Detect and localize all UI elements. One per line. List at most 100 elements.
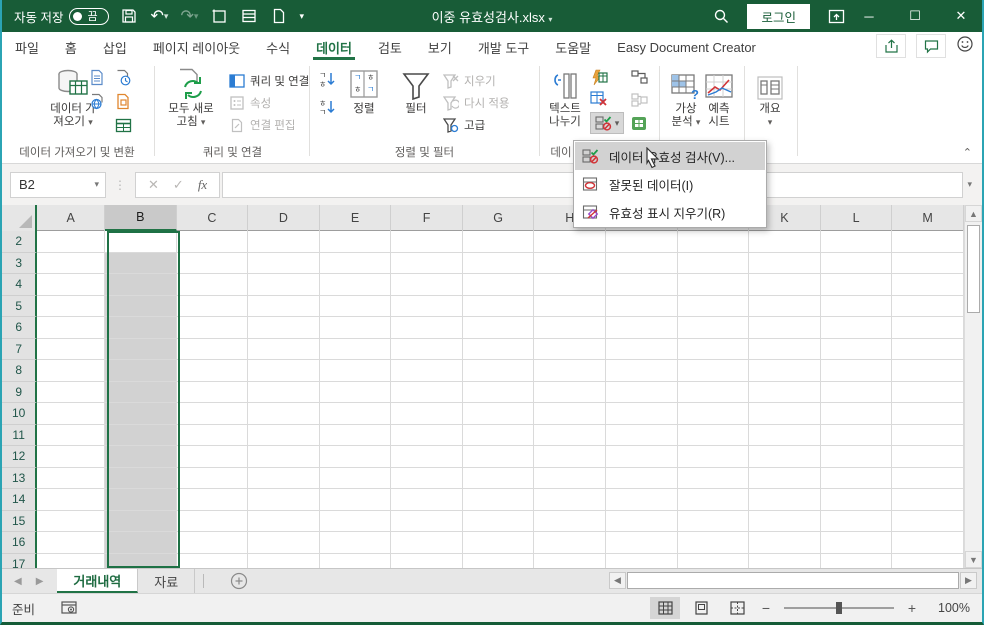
cell-L12[interactable] xyxy=(820,446,893,468)
cell-A14[interactable] xyxy=(37,489,105,511)
cell-D5[interactable] xyxy=(248,295,320,317)
row-header-12[interactable]: 12 xyxy=(2,446,38,468)
cell-F10[interactable] xyxy=(391,403,463,425)
cell-K5[interactable] xyxy=(749,295,821,317)
cell-F3[interactable] xyxy=(391,252,463,274)
cell-F14[interactable] xyxy=(391,489,463,511)
cell-M10[interactable] xyxy=(892,403,964,425)
cell-C12[interactable] xyxy=(176,446,249,468)
cell-L4[interactable] xyxy=(820,274,893,296)
row-header-7[interactable]: 7 xyxy=(2,338,38,360)
row-header-5[interactable]: 5 xyxy=(2,295,38,317)
new-window-icon[interactable] xyxy=(209,6,229,26)
row-header-11[interactable]: 11 xyxy=(2,424,38,446)
cell-A2[interactable] xyxy=(37,231,105,253)
cell-E10[interactable] xyxy=(319,403,392,425)
cell-H13[interactable] xyxy=(534,467,607,489)
cell-L5[interactable] xyxy=(820,295,893,317)
cell-G9[interactable] xyxy=(462,381,535,403)
relationships-icon[interactable] xyxy=(630,68,648,86)
cell-E11[interactable] xyxy=(319,424,392,446)
cell-K16[interactable] xyxy=(749,532,821,554)
cell-L15[interactable] xyxy=(820,510,893,532)
normal-view-button[interactable] xyxy=(650,597,680,619)
remove-duplicates-icon[interactable] xyxy=(590,90,608,108)
cell-K11[interactable] xyxy=(749,424,821,446)
ribbon-tab-개발 도구[interactable]: 개발 도구 xyxy=(465,32,542,62)
cell-F13[interactable] xyxy=(391,467,463,489)
from-table-range-icon[interactable] xyxy=(114,116,132,134)
cell-C10[interactable] xyxy=(176,403,249,425)
cell-K8[interactable] xyxy=(749,360,821,382)
login-button[interactable]: 로그인 xyxy=(747,3,810,29)
cell-J3[interactable] xyxy=(677,252,750,274)
cell-K13[interactable] xyxy=(749,467,821,489)
sheet-next-icon[interactable]: ▶ xyxy=(36,576,44,587)
cell-G10[interactable] xyxy=(462,403,535,425)
cell-G7[interactable] xyxy=(462,338,535,360)
column-header-L[interactable]: L xyxy=(821,205,893,231)
cell-H5[interactable] xyxy=(534,295,607,317)
cell-M5[interactable] xyxy=(892,295,964,317)
cell-L6[interactable] xyxy=(820,317,893,339)
horizontal-scrollbar[interactable]: ◀ ▶ xyxy=(609,572,977,589)
horizontal-scroll-thumb[interactable] xyxy=(627,572,959,589)
select-all-corner[interactable] xyxy=(2,205,38,231)
share-icon[interactable] xyxy=(876,34,906,58)
outline-button[interactable]: 개요 ▾ xyxy=(748,66,792,129)
properties-button[interactable]: 속성 xyxy=(228,92,309,114)
scroll-up-icon[interactable]: ▲ xyxy=(965,205,982,222)
cell-D17[interactable] xyxy=(248,553,320,568)
cell-B2-active[interactable] xyxy=(104,231,177,253)
ribbon-tab-파일[interactable]: 파일 xyxy=(2,32,52,62)
cell-I2[interactable] xyxy=(606,231,678,253)
cell-I8[interactable] xyxy=(606,360,678,382)
cell-J7[interactable] xyxy=(677,338,750,360)
cell-H12[interactable] xyxy=(534,446,607,468)
ribbon-tab-Easy Document Creator[interactable]: Easy Document Creator xyxy=(604,32,769,62)
add-sheet-button[interactable] xyxy=(230,569,248,593)
column-header-E[interactable]: E xyxy=(320,205,392,231)
cell-J12[interactable] xyxy=(677,446,750,468)
collapse-ribbon-icon[interactable]: ⌃ xyxy=(963,146,972,159)
cell-C9[interactable] xyxy=(176,381,249,403)
cell-E17[interactable] xyxy=(319,553,392,568)
row-header-16[interactable]: 16 xyxy=(2,532,38,554)
cell-H9[interactable] xyxy=(534,381,607,403)
cell-D4[interactable] xyxy=(248,274,320,296)
title-dropdown-icon[interactable]: ▾ xyxy=(548,15,552,24)
cell-J13[interactable] xyxy=(677,467,750,489)
cancel-formula-icon[interactable]: ✕ xyxy=(148,177,159,193)
cell-K17[interactable] xyxy=(749,553,821,568)
cell-J8[interactable] xyxy=(677,360,750,382)
cell-F5[interactable] xyxy=(391,295,463,317)
cell-H14[interactable] xyxy=(534,489,607,511)
edit-links-button[interactable]: 연결 편집 xyxy=(228,114,309,136)
cell-M12[interactable] xyxy=(892,446,964,468)
cell-B3[interactable] xyxy=(104,252,177,274)
cell-L7[interactable] xyxy=(820,338,893,360)
column-header-M[interactable]: M xyxy=(892,205,964,231)
cell-L3[interactable] xyxy=(820,252,893,274)
cell-M14[interactable] xyxy=(892,489,964,511)
cell-J10[interactable] xyxy=(677,403,750,425)
cell-K9[interactable] xyxy=(749,381,821,403)
scroll-left-icon[interactable]: ◀ xyxy=(609,572,626,589)
cell-E7[interactable] xyxy=(319,338,392,360)
cell-L10[interactable] xyxy=(820,403,893,425)
zoom-level[interactable]: 100% xyxy=(926,601,970,615)
manage-data-model-icon[interactable] xyxy=(630,91,648,109)
data-validation-button[interactable]: ▾ xyxy=(590,112,624,134)
save-icon[interactable] xyxy=(119,6,139,26)
enter-formula-icon[interactable]: ✓ xyxy=(173,177,184,193)
cell-F17[interactable] xyxy=(391,553,463,568)
column-header-D[interactable]: D xyxy=(248,205,320,231)
cell-G8[interactable] xyxy=(462,360,535,382)
cell-F11[interactable] xyxy=(391,424,463,446)
menu-item-circle-invalid-data[interactable]: 잘못된 데이터(I) xyxy=(575,170,765,198)
cell-A9[interactable] xyxy=(37,381,105,403)
cell-D9[interactable] xyxy=(248,381,320,403)
cell-A13[interactable] xyxy=(37,467,105,489)
row-header-8[interactable]: 8 xyxy=(2,360,38,382)
minimize-button[interactable]: ─ xyxy=(846,0,892,32)
